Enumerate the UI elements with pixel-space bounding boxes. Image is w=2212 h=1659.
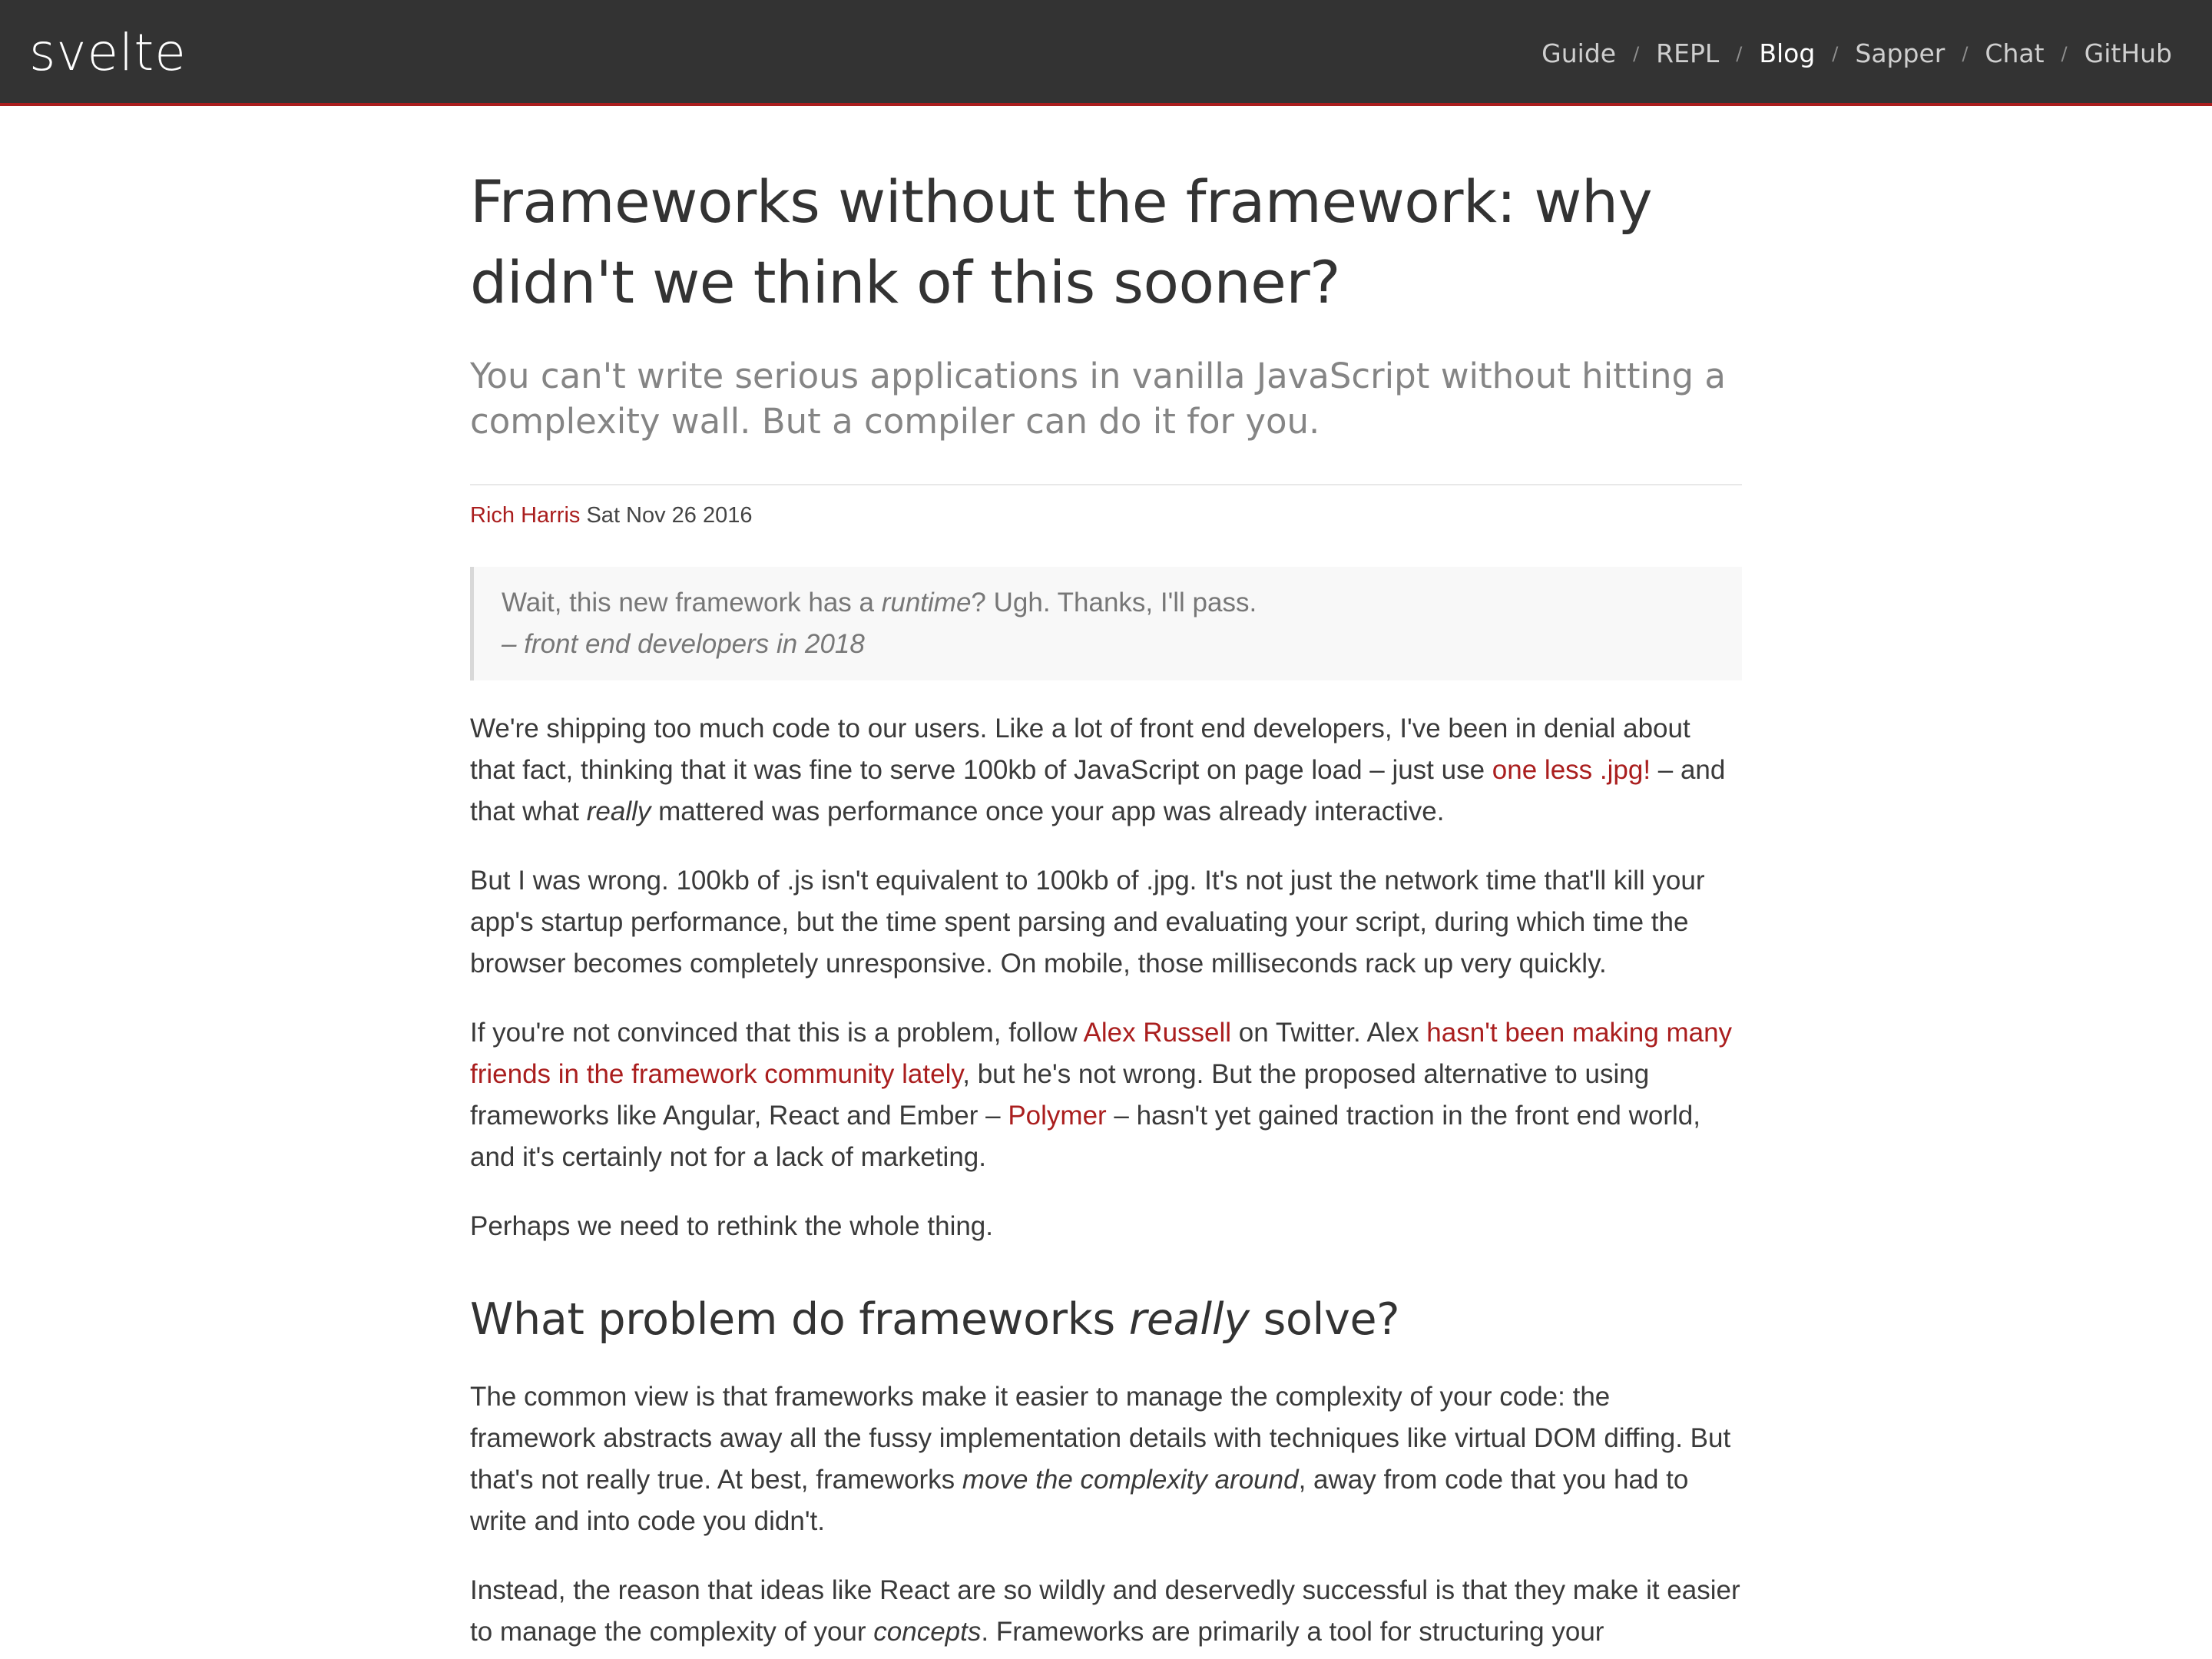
main-nav: Guide / REPL / Blog / Sapper / Chat / Gi…	[1541, 35, 2172, 72]
nav-separator: /	[1736, 43, 1743, 65]
quote-text: Wait, this new framework has a	[502, 588, 882, 618]
paragraph-text: mattered was performance once your app w…	[651, 796, 1445, 826]
header-divider	[470, 484, 1742, 485]
heading-text: What problem do frameworks	[470, 1294, 1129, 1345]
nav-link-sapper[interactable]: Sapper	[1855, 35, 1945, 72]
quote-emphasis: runtime	[881, 588, 972, 618]
nav-link-blog[interactable]: Blog	[1759, 35, 1815, 72]
paragraph-text: . Frameworks are primarily a tool for st…	[981, 1617, 1604, 1647]
paragraph-emphasis: concepts	[873, 1617, 982, 1647]
nav-separator: /	[2061, 43, 2068, 65]
paragraph-emphasis: move the complexity around	[962, 1465, 1299, 1495]
paragraph-5: The common view is that frameworks make …	[470, 1376, 1742, 1542]
paragraph-text: If you're not convinced that this is a p…	[470, 1018, 1084, 1048]
svelte-logo-link[interactable]: svelte	[29, 20, 187, 86]
post-byline: Rich Harris Sat Nov 26 2016	[470, 499, 1742, 531]
nav-link-guide[interactable]: Guide	[1541, 35, 1616, 72]
nav-separator: /	[1832, 43, 1839, 65]
epigraph-quote: Wait, this new framework has a runtime? …	[470, 567, 1742, 680]
author-link[interactable]: Rich Harris	[470, 503, 580, 528]
heading-emphasis: really	[1128, 1294, 1250, 1345]
nav-separator: /	[1962, 43, 1969, 65]
paragraph-emphasis: really	[586, 796, 651, 826]
quote-attribution: – front end developers in 2018	[502, 624, 1714, 665]
quote-attribution-text: – front end developers in 2018	[502, 629, 865, 659]
nav-link-repl[interactable]: REPL	[1656, 35, 1719, 72]
blog-post: Frameworks without the framework: why di…	[470, 161, 1742, 1653]
nav-link-chat[interactable]: Chat	[1985, 35, 2044, 72]
nav-link-github[interactable]: GitHub	[2085, 35, 2172, 72]
top-navigation-bar: svelte Guide / REPL / Blog / Sapper / Ch…	[0, 0, 2212, 106]
heading-text: solve?	[1249, 1294, 1400, 1345]
paragraph-2: But I was wrong. 100kb of .js isn't equi…	[470, 866, 1705, 979]
polymer-link[interactable]: Polymer	[1008, 1101, 1106, 1131]
post-subtitle: You can't write serious applications in …	[470, 356, 1726, 442]
post-date: Sat Nov 26 2016	[586, 503, 753, 528]
paragraph-1: We're shipping too much code to our user…	[470, 708, 1742, 833]
alex-russell-link[interactable]: Alex Russell	[1084, 1018, 1232, 1048]
paragraph-3: If you're not convinced that this is a p…	[470, 1012, 1742, 1178]
post-title: Frameworks without the framework: why di…	[470, 167, 1653, 316]
paragraph-6: Instead, the reason that ideas like Reac…	[470, 1570, 1742, 1653]
section-heading: What problem do frameworks really solve?	[470, 1290, 1742, 1349]
paragraph-text: on Twitter. Alex	[1231, 1018, 1427, 1048]
paragraph-4: Perhaps we need to rethink the whole thi…	[470, 1211, 993, 1241]
nav-separator: /	[1633, 43, 1640, 65]
one-less-jpg-link[interactable]: one less .jpg!	[1492, 755, 1651, 785]
quote-line: Wait, this new framework has a runtime? …	[502, 582, 1714, 624]
quote-text: ? Ugh. Thanks, I'll pass.	[971, 588, 1257, 618]
